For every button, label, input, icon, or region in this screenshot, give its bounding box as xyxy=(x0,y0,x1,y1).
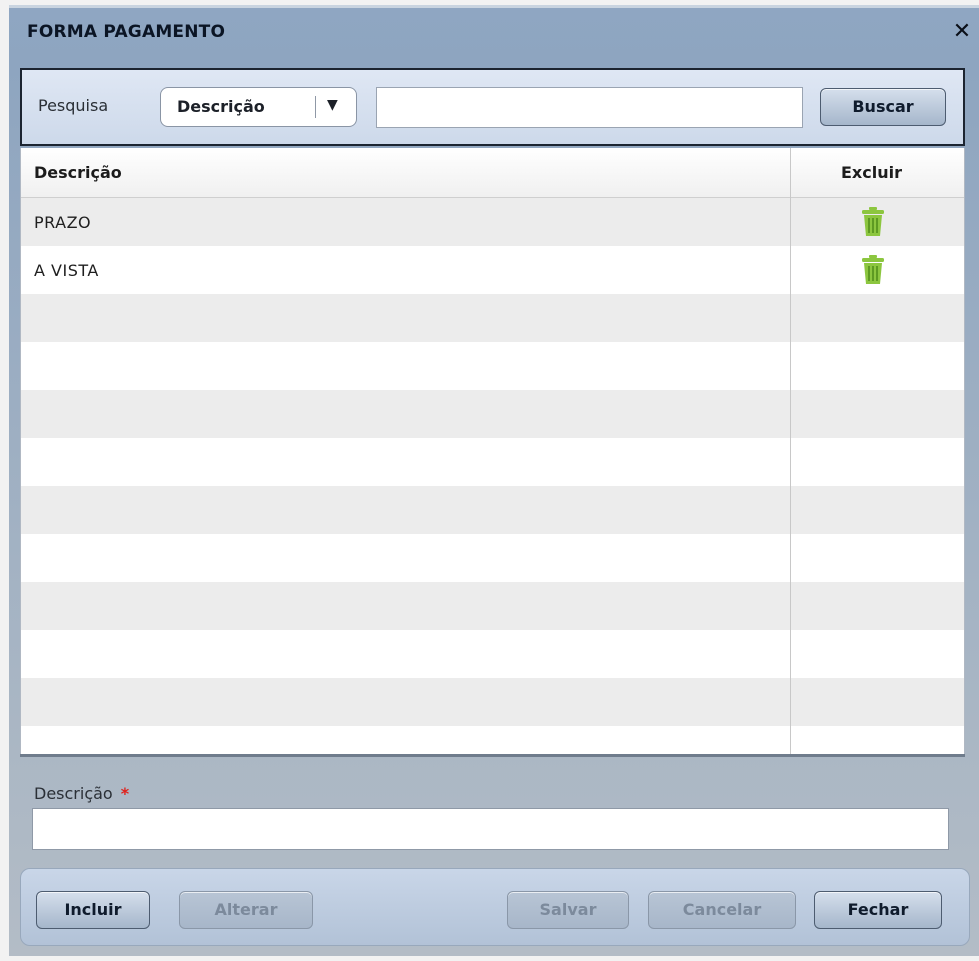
search-label: Pesquisa xyxy=(38,96,109,115)
column-header-excluir[interactable]: Excluir xyxy=(841,163,902,182)
window-title: FORMA PAGAMENTO xyxy=(27,22,226,42)
alterar-button[interactable]: Alterar xyxy=(179,891,313,929)
table-row-action-cell xyxy=(791,486,964,534)
search-field-select[interactable]: Descrição ▼ xyxy=(160,87,357,127)
table-row[interactable] xyxy=(21,390,790,438)
table-row-action-cell xyxy=(791,630,964,678)
table-row-action-cell xyxy=(791,198,964,246)
required-asterisk: * xyxy=(120,784,130,803)
payment-methods-grid: Descrição Excluir PRAZO A VISTA xyxy=(20,148,965,756)
table-row[interactable]: A VISTA xyxy=(21,246,790,294)
table-row[interactable] xyxy=(21,342,790,390)
column-header-descricao[interactable]: Descrição xyxy=(34,163,122,182)
table-row-action-cell xyxy=(791,726,964,756)
trash-icon[interactable] xyxy=(860,206,886,238)
search-input[interactable] xyxy=(376,87,803,128)
table-row[interactable] xyxy=(21,294,790,342)
table-row-action-cell xyxy=(791,390,964,438)
table-row-action-cell xyxy=(791,678,964,726)
table-row-action-cell xyxy=(791,534,964,582)
select-divider xyxy=(315,96,316,118)
table-row[interactable] xyxy=(21,726,790,756)
descricao-input[interactable] xyxy=(32,808,949,850)
search-bar: Pesquisa Descrição ▼ Buscar xyxy=(20,68,965,146)
fechar-button[interactable]: Fechar xyxy=(814,891,942,929)
table-row[interactable] xyxy=(21,630,790,678)
table-row[interactable] xyxy=(21,678,790,726)
descricao-cell: PRAZO xyxy=(34,213,92,232)
cancelar-button[interactable]: Cancelar xyxy=(648,891,796,929)
grid-header: Descrição Excluir xyxy=(21,148,964,198)
search-field-value: Descrição xyxy=(177,97,265,116)
table-row[interactable]: PRAZO xyxy=(21,198,790,246)
descricao-label-text: Descrição xyxy=(34,784,113,803)
salvar-button[interactable]: Salvar xyxy=(507,891,629,929)
descricao-form-label: Descrição * xyxy=(34,784,129,803)
action-footer: Incluir Alterar Salvar Cancelar Fechar xyxy=(20,868,970,946)
table-row[interactable] xyxy=(21,438,790,486)
table-row-action-cell xyxy=(791,246,964,294)
table-row[interactable] xyxy=(21,486,790,534)
table-row-action-cell xyxy=(791,342,964,390)
table-row-action-cell xyxy=(791,438,964,486)
table-row[interactable] xyxy=(21,582,790,630)
buscar-button[interactable]: Buscar xyxy=(820,88,946,126)
trash-icon[interactable] xyxy=(860,254,886,286)
table-row-action-cell xyxy=(791,294,964,342)
grid-bottom-border xyxy=(20,754,965,757)
close-icon[interactable]: ✕ xyxy=(949,19,975,45)
descricao-cell: A VISTA xyxy=(34,261,99,280)
column-divider xyxy=(790,148,791,756)
chevron-down-icon[interactable]: ▼ xyxy=(327,97,338,113)
table-row-action-cell xyxy=(791,582,964,630)
table-row[interactable] xyxy=(21,534,790,582)
incluir-button[interactable]: Incluir xyxy=(36,891,150,929)
